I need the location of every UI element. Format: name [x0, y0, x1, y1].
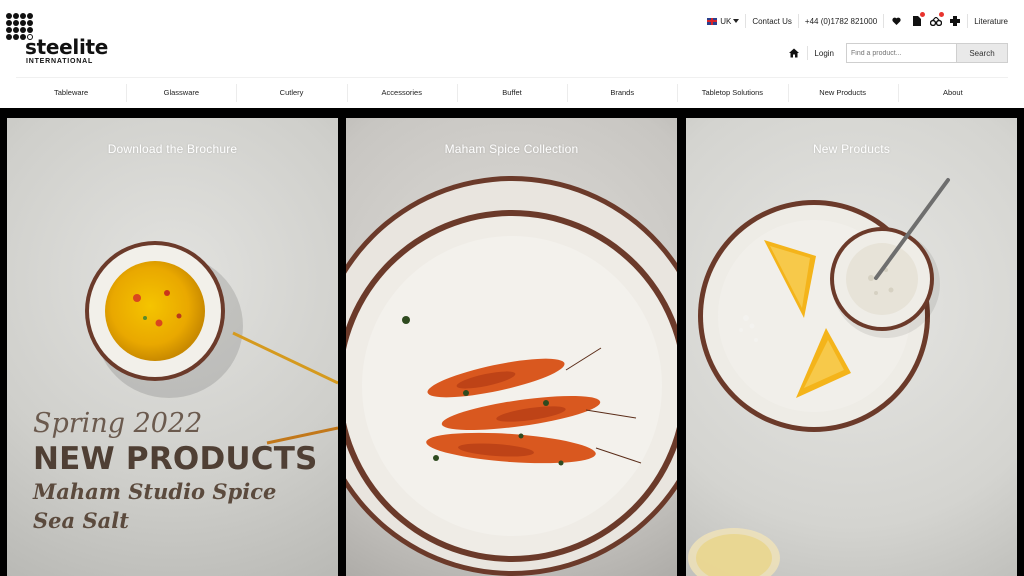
region-label: UK — [720, 16, 732, 26]
contact-link[interactable]: Contact Us — [752, 17, 792, 26]
site-header: steelite INTERNATIONAL UK Contact Us +44… — [0, 0, 1024, 76]
nav-item-tableware[interactable]: Tableware — [16, 78, 126, 107]
promo-text-block: Spring 2022 NEW PRODUCTS Maham Studio Sp… — [33, 408, 318, 535]
nav-item-glassware[interactable]: Glassware — [126, 78, 236, 107]
nav-item-about[interactable]: About — [897, 78, 1008, 107]
hero-banner: Download the Brochure Spring 2022 NEW PR… — [0, 108, 1024, 576]
main-nav: Tableware Glassware Cutlery Accessories … — [16, 77, 1008, 107]
promo-collection: Maham Studio Spice — [33, 479, 277, 504]
chevron-down-icon — [733, 19, 740, 23]
hero-panel-brochure[interactable]: Download the Brochure Spring 2022 NEW PR… — [7, 118, 338, 576]
nav-item-tabletop-solutions[interactable]: Tabletop Solutions — [677, 78, 787, 107]
steelite-logo[interactable]: steelite INTERNATIONAL — [6, 13, 109, 67]
hero-panel-maham-spice[interactable]: Maham Spice Collection — [346, 118, 677, 576]
search-input[interactable] — [846, 43, 956, 63]
document-icon[interactable] — [911, 12, 926, 27]
basket-icon[interactable] — [949, 15, 961, 27]
hero-panel-new-products[interactable]: New Products — [686, 118, 1017, 576]
region-selector[interactable]: UK — [707, 16, 740, 26]
account-bar: Login Search — [789, 43, 1008, 63]
nav-item-buffet[interactable]: Buffet — [456, 78, 567, 107]
login-link[interactable]: Login — [814, 49, 834, 58]
literature-link[interactable]: Literature — [974, 17, 1008, 26]
search-button[interactable]: Search — [956, 43, 1008, 63]
panel-title: Maham Spice Collection — [444, 142, 579, 156]
logo-wordmark: steelite — [25, 35, 109, 59]
utility-bar: UK Contact Us +44 (0)1782 821000 Literat… — [707, 12, 1008, 28]
home-icon[interactable] — [789, 48, 800, 58]
promo-headline: NEW PRODUCTS — [33, 441, 318, 477]
promo-variant: Sea Salt — [33, 508, 129, 533]
panel-title: Download the Brochure — [107, 142, 238, 156]
prawns-on-plate-image — [346, 176, 677, 576]
lemon-salt-plate-image — [688, 178, 950, 576]
promo-season: Spring 2022 — [33, 408, 203, 439]
phone-number[interactable]: +44 (0)1782 821000 — [805, 17, 877, 26]
nav-item-accessories[interactable]: Accessories — [346, 78, 457, 107]
nav-item-brands[interactable]: Brands — [567, 78, 677, 107]
nav-item-cutlery[interactable]: Cutlery — [236, 78, 346, 107]
heart-icon[interactable] — [890, 15, 902, 27]
logo-subtitle: INTERNATIONAL — [26, 58, 94, 65]
uk-flag-icon — [707, 17, 718, 25]
nav-item-new-products[interactable]: New Products — [787, 78, 898, 107]
panel-title: New Products — [812, 142, 891, 156]
compare-icon[interactable] — [930, 12, 945, 27]
